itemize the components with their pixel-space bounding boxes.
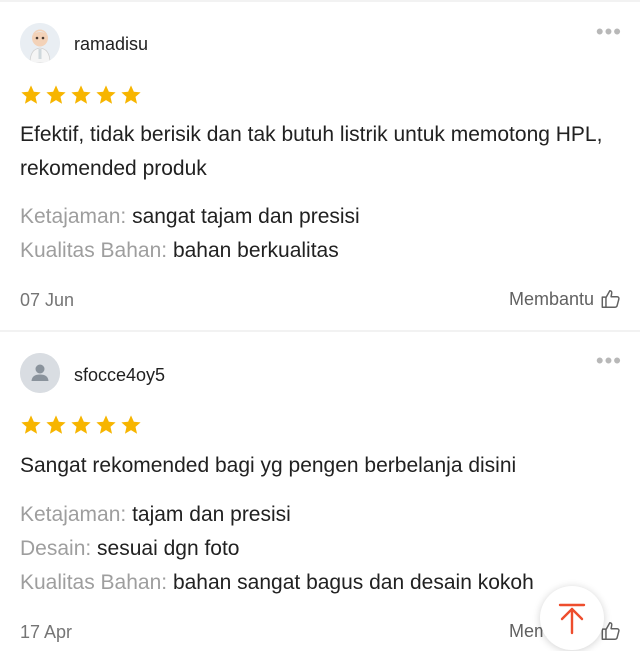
star-rating <box>20 414 142 436</box>
star-icon <box>71 415 91 434</box>
arrow-up-icon <box>558 603 586 635</box>
star-icon <box>46 415 66 434</box>
more-dots-icon[interactable]: ••• <box>596 21 622 43</box>
review-attributes: Ketajaman: tajam dan presisi Desain: ses… <box>20 498 534 600</box>
avatar[interactable] <box>20 353 60 393</box>
review-text: Efektif, tidak berisik dan tak butuh lis… <box>20 123 603 180</box>
more-dots-icon[interactable]: ••• <box>596 350 622 372</box>
user-avatar-illustration <box>20 23 60 63</box>
attribute-value: bahan berkualitas <box>172 239 339 262</box>
attribute-row: Ketajaman: sangat tajam dan presisi <box>20 200 360 234</box>
star-icon <box>96 415 116 434</box>
person-icon <box>20 353 60 393</box>
attribute-row: Kualitas Bahan: bahan sangat bagus dan d… <box>20 566 534 600</box>
star-rating <box>20 84 142 106</box>
attribute-value: tajam dan presisi <box>132 503 291 526</box>
attribute-label: Ketajaman: <box>20 205 127 228</box>
username[interactable]: ramadisu <box>74 34 148 55</box>
attribute-label: Kualitas Bahan: <box>20 239 168 262</box>
attribute-value: bahan sangat bagus dan desain kokoh <box>172 571 534 594</box>
star-icon <box>96 85 116 104</box>
attribute-label: Ketajaman: <box>20 503 127 526</box>
thumbs-up-icon <box>601 290 620 308</box>
attribute-label: Kualitas Bahan: <box>20 571 168 594</box>
review-date: 17 Apr <box>20 622 73 642</box>
avatar[interactable] <box>20 23 60 63</box>
attribute-value: sesuai dgn foto <box>97 537 240 560</box>
review-text: Sangat rekomended bagi yg pengen berbela… <box>20 454 517 477</box>
helpful-label: Membantu <box>508 288 594 309</box>
helpful-button[interactable]: Membantu <box>509 288 622 310</box>
username[interactable]: sfocce4oy5 <box>74 365 165 386</box>
star-icon <box>121 85 141 104</box>
review-date: 07 Jun <box>20 290 75 310</box>
attribute-row: Ketajaman: tajam dan presisi <box>20 498 534 532</box>
scroll-to-top-button[interactable] <box>540 586 604 650</box>
attribute-value: sangat tajam dan presisi <box>132 205 360 228</box>
attribute-row: Kualitas Bahan: bahan berkualitas <box>20 234 360 268</box>
attribute-row: Desain: sesuai dgn foto <box>20 532 534 566</box>
review-item: ramadisu ••• Efektif, tidak berisik dan … <box>0 0 640 330</box>
attribute-label: Desain: <box>20 537 92 560</box>
star-icon <box>71 85 91 104</box>
review-attributes: Ketajaman: sangat tajam dan presisi Kual… <box>20 200 360 268</box>
star-icon <box>121 415 141 434</box>
star-icon <box>21 415 41 434</box>
star-icon <box>46 85 66 104</box>
star-icon <box>21 85 41 104</box>
